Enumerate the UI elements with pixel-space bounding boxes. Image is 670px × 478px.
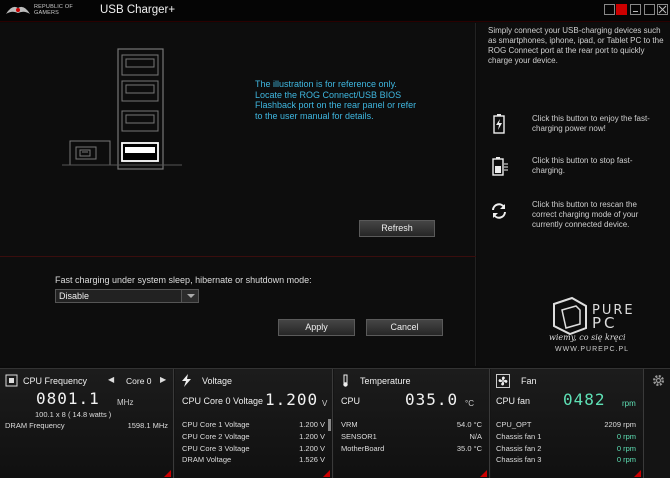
restore-button[interactable]: [604, 4, 615, 15]
usb-charger-window: REPUBLIC OF GAMERS USB Charger+ The illu…: [0, 0, 670, 478]
fan-icon: [496, 374, 510, 388]
voltage-row-label: CPU Core 2 Voltage: [182, 432, 250, 441]
reference-note: The illustration is for reference only. …: [255, 79, 417, 121]
voltage-row-value: 1.200 V: [299, 432, 325, 441]
temperature-row-value: 35.0 °C: [456, 444, 482, 453]
stop-charging-icon: [492, 157, 508, 176]
dram-frequency-label: DRAM Frequency: [5, 421, 65, 430]
temperature-panel[interactable]: Temperature CPU 035.0 °C VRM 54.0 °C SEN…: [334, 369, 490, 478]
dram-frequency-value: 1598.1 MHz: [127, 421, 168, 430]
cancel-button[interactable]: Cancel: [366, 319, 443, 336]
fan-main-value: 0482: [563, 390, 606, 409]
fan-row-label: CPU_OPT: [496, 420, 532, 429]
chevron-right-icon[interactable]: ▶: [160, 375, 166, 384]
voltage-title: Voltage: [202, 376, 233, 386]
temperature-row-value: 54.0 °C: [456, 420, 482, 429]
title-bar: REPUBLIC OF GAMERS USB Charger+: [0, 0, 670, 22]
help-item-stop: Click this button to stop fast-charging.: [532, 156, 633, 175]
temperature-main-unit: °C: [465, 399, 474, 408]
help-intro-text: Simply connect your USB-charging devices…: [488, 26, 664, 65]
cpu-frequency-panel[interactable]: CPU Frequency ◀ Core 0 ▶ 0801.1 MHz 100.…: [0, 369, 174, 478]
voltage-panel[interactable]: Voltage CPU Core 0 Voltage 1.200 V CPU C…: [175, 369, 333, 478]
temperature-row-label: MotherBoard: [341, 444, 385, 453]
temperature-title: Temperature: [360, 376, 411, 386]
apply-button[interactable]: Apply: [278, 319, 355, 336]
watermark-url: WWW.PUREPC.PL: [555, 346, 630, 353]
hardware-monitor: CPU Frequency ◀ Core 0 ▶ 0801.1 MHz 100.…: [0, 368, 670, 478]
maximize-button[interactable]: [644, 4, 655, 15]
fan-row-label: Chassis fan 3: [496, 455, 542, 464]
gear-icon[interactable]: [651, 373, 666, 388]
cpu-frequency-title: CPU Frequency: [23, 376, 88, 386]
help-item-charge: Click this button to enjoy the fast-char…: [532, 114, 650, 133]
app-title: USB Charger+: [100, 4, 176, 16]
chevron-down-icon[interactable]: [181, 290, 198, 302]
fast-charging-label: Fast charging under system sleep, hibern…: [55, 275, 312, 285]
thermometer-icon: [343, 374, 348, 387]
temperature-main-value: 035.0: [405, 390, 459, 409]
battery-charge-icon: [493, 114, 505, 134]
watermark-tagline: wiemy, co się kręci: [549, 333, 626, 342]
cpu-frequency-value: 0801.1: [36, 389, 100, 408]
brand-line2: GAMERS: [34, 10, 60, 16]
panel-corner-marker: [480, 470, 487, 477]
help-item-rescan: Click this button to rescan the correct …: [532, 200, 639, 229]
voltage-main-label: CPU Core 0 Voltage: [182, 396, 264, 406]
usb-port-illustration: [62, 48, 182, 170]
multiplier-line: 100.1 x 8 ( 14.8 watts ): [35, 410, 112, 419]
fan-row-value: 0 rpm: [616, 455, 636, 464]
lightning-icon: [182, 374, 191, 387]
fan-panel[interactable]: Fan CPU fan 0482 rpm CPU_OPT 2209 rpm Ch…: [491, 369, 644, 478]
voltage-row-label: DRAM Voltage: [182, 455, 232, 464]
voltage-main-unit: V: [322, 399, 328, 408]
rog-logo-icon: [6, 6, 30, 14]
select-value: Disable: [59, 291, 90, 301]
fan-row-value: 2209 rpm: [604, 420, 636, 429]
fan-title: Fan: [521, 376, 537, 386]
cpu-chip-icon: [5, 374, 18, 387]
voltage-scrollbar[interactable]: [328, 419, 331, 431]
voltage-row-label: CPU Core 3 Voltage: [182, 444, 250, 453]
fan-row-value: 0 rpm: [616, 432, 636, 441]
core-select[interactable]: ◀ Core 0 ▶: [108, 375, 168, 387]
main-panel: The illustration is for reference only. …: [0, 23, 476, 366]
temperature-main-label: CPU: [341, 396, 361, 406]
cpu-frequency-unit: MHz: [117, 398, 134, 407]
brand-text: REPUBLIC OF GAMERS: [34, 4, 73, 16]
fan-row-label: Chassis fan 1: [496, 432, 542, 441]
fan-main-unit: rpm: [622, 399, 636, 408]
core-select-value: Core 0: [126, 376, 152, 386]
section-divider: [0, 256, 476, 257]
voltage-row-value: 1.200 V: [299, 420, 325, 429]
close-button[interactable]: [657, 4, 668, 15]
fast-charging-mode-select[interactable]: Disable: [55, 289, 199, 303]
rescan-icon: [492, 203, 506, 219]
fan-row-label: Chassis fan 2: [496, 444, 542, 453]
minimize-button[interactable]: [630, 4, 641, 15]
temperature-row-label: SENSOR1: [341, 432, 377, 441]
panel-corner-marker: [634, 470, 641, 477]
refresh-button[interactable]: Refresh: [359, 220, 435, 237]
voltage-row-value: 1.526 V: [299, 455, 325, 464]
watermark-brand-bottom: PC: [592, 314, 618, 332]
close-icon: [658, 5, 667, 14]
chevron-left-icon[interactable]: ◀: [108, 375, 114, 384]
fan-main-label: CPU fan: [496, 396, 531, 406]
temperature-row-label: VRM: [341, 420, 358, 429]
panel-corner-marker: [323, 470, 330, 477]
voltage-row-value: 1.200 V: [299, 444, 325, 453]
panel-corner-marker: [164, 470, 171, 477]
rog-connect-button[interactable]: [616, 4, 627, 15]
fan-row-value: 0 rpm: [616, 444, 636, 453]
voltage-row-label: CPU Core 1 Voltage: [182, 420, 250, 429]
voltage-main-value: 1.200: [265, 390, 319, 409]
temperature-row-value: N/A: [469, 432, 482, 441]
